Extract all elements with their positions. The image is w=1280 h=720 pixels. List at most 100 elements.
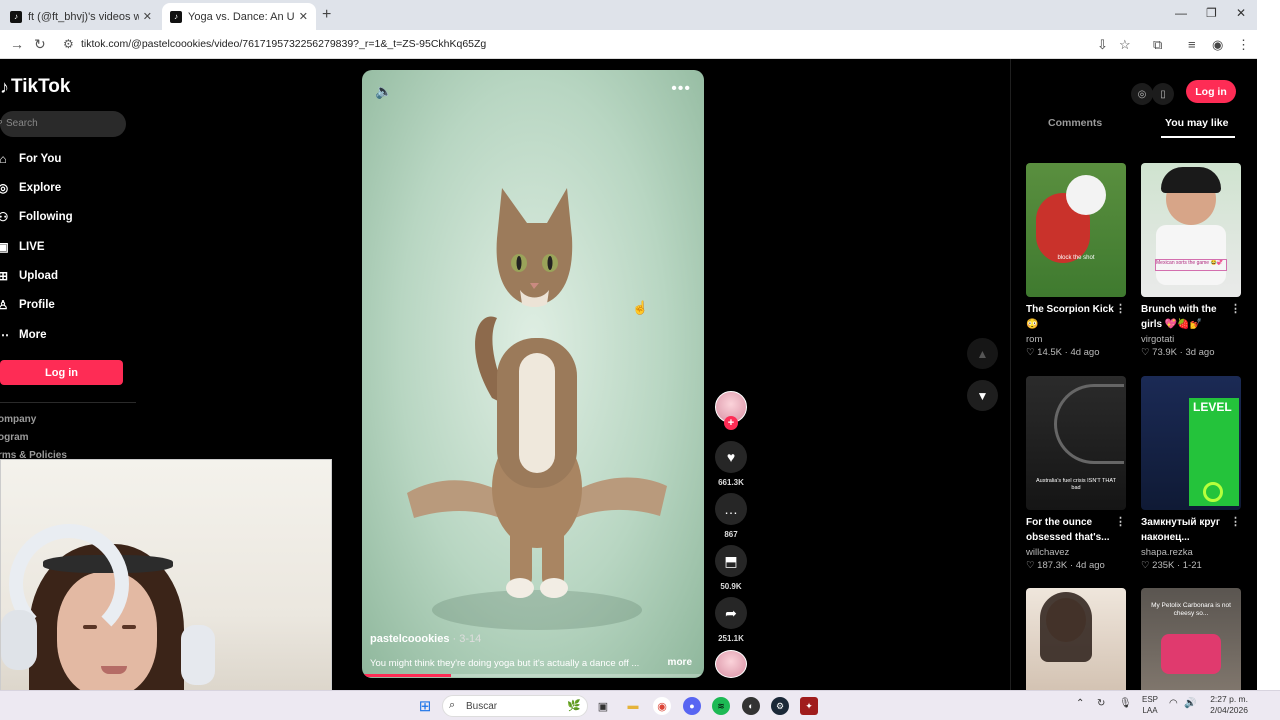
nav-profile[interactable]: ♙ Profile (0, 295, 55, 315)
nav-for-you[interactable]: ⌂ For You (0, 149, 61, 169)
card-thumbnail[interactable]: LEVEL (1141, 376, 1241, 510)
like-button[interactable]: ♥ (715, 441, 747, 473)
obs-icon[interactable]: ◐ (742, 697, 760, 715)
kebab-icon[interactable]: ⋮ (1115, 302, 1126, 317)
caption-more-button[interactable]: more (668, 657, 692, 668)
active-tab-indicator (1161, 136, 1235, 138)
new-tab-icon[interactable]: + (322, 6, 331, 24)
volume-icon[interactable]: 🔈 (375, 83, 392, 100)
recommended-card[interactable]: Australia's fuel crisis ISN'T THAT bad F… (1026, 376, 1128, 571)
tab-comments[interactable]: Comments (1048, 117, 1102, 129)
kebab-icon[interactable]: ⋮ (1115, 515, 1126, 530)
microphone-icon[interactable]: 🎙 (1119, 698, 1132, 709)
close-window-icon[interactable]: ✕ (1236, 6, 1246, 20)
login-button-right[interactable]: Log in (1186, 80, 1236, 103)
tab-you-may-like[interactable]: You may like (1165, 117, 1228, 129)
video-player[interactable]: 🔈 ••• pastelcoookies · 3-14 You might th… (362, 70, 704, 678)
coin-icon[interactable]: ◎ (1131, 83, 1153, 105)
wifi-icon[interactable]: ◠ (1169, 698, 1178, 709)
recommended-card[interactable]: block the shot The Scorpion Kick 😳 ⋮ rom … (1026, 163, 1128, 358)
menu-icon[interactable]: ⋮ (1237, 37, 1250, 53)
forward-icon[interactable]: → (10, 36, 24, 52)
install-icon[interactable]: ⇩ (1097, 37, 1108, 53)
kebab-icon[interactable]: ⋮ (1230, 302, 1241, 317)
sync-icon[interactable]: ↻ (1097, 698, 1105, 709)
follow-plus-icon[interactable]: + (724, 416, 738, 430)
login-button[interactable]: Log in (0, 360, 123, 385)
spotify-icon[interactable]: ≋ (712, 697, 730, 715)
card-title[interactable]: The Scorpion Kick 😳 ⋮ (1026, 302, 1128, 332)
more-options-icon[interactable]: ••• (671, 80, 691, 98)
card-age: 4d ago (1070, 347, 1100, 358)
share-count: 251.1K (718, 634, 744, 643)
card-author[interactable]: shapa.rezka (1141, 547, 1243, 558)
tiktok-logo[interactable]: ♪ TikTok (0, 76, 70, 98)
card-thumbnail[interactable]: block the shot (1026, 163, 1126, 297)
volume-icon[interactable]: 🔊 (1184, 698, 1196, 709)
url-bar[interactable]: ⚙ tiktok.com/@pastelcoookies/video/76171… (56, 33, 1096, 56)
media-icon[interactable]: ≡ (1188, 37, 1196, 52)
search-input[interactable]: ⌕ Search (0, 111, 126, 137)
comment-button[interactable]: … (715, 493, 747, 525)
browser-tab-1[interactable]: ♪ ft (@ft_bhvj)'s videos with som ✕ (2, 3, 160, 30)
save-button[interactable]: ⬒ (715, 545, 747, 577)
nav-live[interactable]: ▣ LIVE (0, 237, 45, 257)
card-title[interactable]: Brunch with the girls 💖🍓💅 ⋮ (1141, 302, 1243, 332)
card-thumbnail[interactable]: Australia's fuel crisis ISN'T THAT bad (1026, 376, 1126, 510)
close-icon[interactable]: ✕ (143, 10, 152, 23)
bookmark-icon: ⬒ (724, 552, 738, 569)
previous-video-button[interactable]: ▲ (967, 338, 998, 369)
discord-icon[interactable]: ● (683, 697, 701, 715)
progress-fill (362, 674, 451, 677)
video-author[interactable]: pastelcoookies · 3-14 (370, 633, 481, 645)
kebab-icon[interactable]: ⋮ (1230, 515, 1241, 530)
close-icon[interactable]: ✕ (299, 10, 308, 23)
login-label: Log in (1195, 85, 1227, 98)
username[interactable]: pastelcoookies (370, 633, 449, 645)
minimize-icon[interactable]: — (1175, 6, 1187, 20)
footer-link-program[interactable]: ogram (0, 432, 29, 443)
device-icon[interactable]: ▯ (1152, 83, 1174, 105)
card-title[interactable]: Замкнутый круг наконец... ⋮ (1141, 515, 1243, 545)
card-title[interactable]: For the ounce obsessed that's... ⋮ (1026, 515, 1128, 545)
nav-explore[interactable]: ◎ Explore (0, 178, 61, 198)
share-button[interactable]: ➦ (715, 597, 747, 629)
taskbar-clock[interactable]: 2:27 p. m. 2/04/2026 (1198, 694, 1248, 716)
reload-icon[interactable]: ↻ (34, 36, 46, 53)
windows-start-icon[interactable]: ⊞ (416, 697, 434, 715)
card-meta: ♡ 73.9K · 3d ago (1141, 347, 1215, 358)
bookmark-star-icon[interactable]: ☆ (1119, 37, 1131, 53)
next-video-button[interactable]: ▼ (967, 380, 998, 411)
card-author[interactable]: virgotati (1141, 334, 1243, 345)
nav-more[interactable]: ⋯ More (0, 325, 46, 345)
sound-avatar[interactable] (715, 650, 747, 678)
card-meta: ♡ 235K · 1-21 (1141, 560, 1202, 571)
taskbar-search-label: Buscar (466, 701, 498, 712)
profile-icon[interactable]: ◉ (1212, 37, 1223, 53)
site-info-icon[interactable]: ⚙ (63, 37, 74, 51)
card-thumbnail[interactable]: Mexican sorts the game 😂💞 (1141, 163, 1241, 297)
recommended-card[interactable]: Mexican sorts the game 😂💞 Brunch with th… (1141, 163, 1243, 358)
file-explorer-icon[interactable]: ▬ (624, 697, 642, 715)
extensions-icon[interactable]: ⧉ (1153, 37, 1162, 53)
tray-expand-icon[interactable]: ⌃ (1076, 698, 1084, 709)
like-count: 661.3K (718, 478, 744, 487)
footer-link-company[interactable]: ompany (0, 414, 36, 425)
steam-icon[interactable]: ⚙ (771, 697, 789, 715)
chevron-up-icon: ▲ (976, 346, 989, 361)
lang-top: ESP (1142, 695, 1159, 704)
browser-tab-2[interactable]: ♪ Yoga vs. Dance: An Unexpected ✕ (162, 3, 316, 30)
card-title-text: The Scorpion Kick 😳 (1026, 304, 1114, 330)
recommended-card[interactable]: LEVEL Замкнутый круг наконец... ⋮ shapa.r… (1141, 376, 1243, 571)
taskbar-search[interactable]: ⌕ Buscar 🌿 (442, 695, 588, 717)
chrome-icon[interactable]: ◉ (653, 697, 671, 715)
card-author[interactable]: rom (1026, 334, 1128, 345)
nav-upload[interactable]: ⊞ Upload (0, 266, 58, 286)
maximize-icon[interactable]: ❐ (1206, 6, 1217, 20)
task-view-icon[interactable]: ▣ (594, 697, 612, 715)
card-author[interactable]: willchavez (1026, 547, 1128, 558)
game-app-icon[interactable]: ✦ (800, 697, 818, 715)
card-likes: 14.5K (1037, 347, 1062, 358)
language-indicator[interactable]: ESP LAA (1142, 694, 1158, 716)
nav-following[interactable]: ⚇ Following (0, 207, 73, 227)
